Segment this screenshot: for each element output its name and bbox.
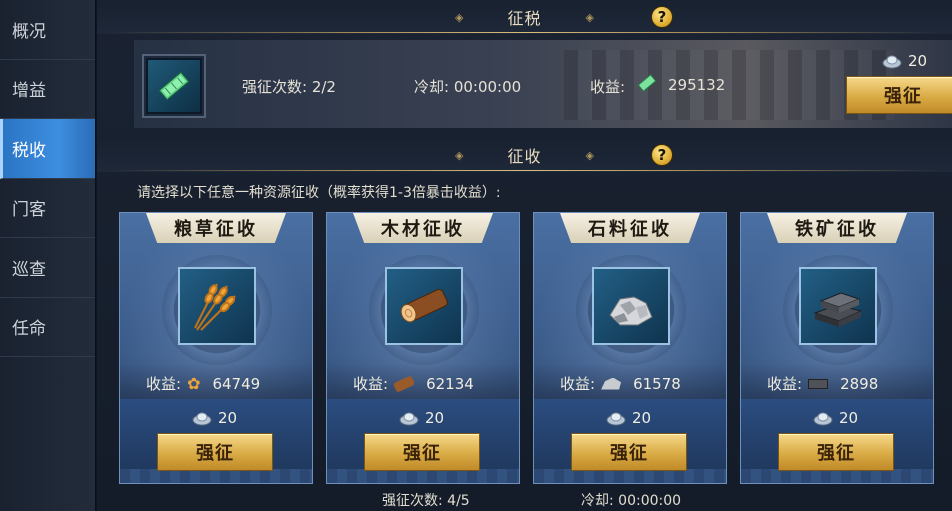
- header-divider: [107, 170, 942, 171]
- card-title: 铁矿征收: [767, 213, 907, 243]
- card-income: 收益: 2898: [767, 373, 878, 394]
- silver-ingot-icon: [882, 55, 902, 69]
- income-label: 收益:: [146, 375, 182, 393]
- footer-force-count: 强征次数: 4/5: [382, 493, 470, 509]
- stone-force-button[interactable]: 强征: [571, 433, 687, 471]
- sidebar: 概况 增益 税收 门客 巡查 任命: [0, 0, 96, 511]
- card-cost: 20: [399, 409, 444, 427]
- stone-icon: [592, 267, 670, 345]
- silver-ingot-icon: [606, 412, 626, 426]
- collect-section-title: 征收: [507, 147, 542, 166]
- cost-value: 20: [218, 409, 238, 427]
- stone-small-icon: [601, 377, 622, 390]
- card-grain: 粮草征收 收益: ✿ 64749 20 强征: [119, 212, 313, 484]
- silver-ingot-icon: [813, 412, 833, 426]
- iron-ingot-icon: [799, 267, 877, 345]
- income-value: 62134: [426, 374, 474, 393]
- collect-instruction: 请选择以下任意一种资源征收（概率获得1-3倍暴击收益）:: [137, 185, 501, 201]
- sidebar-item-retainers[interactable]: 门客: [0, 179, 95, 238]
- card-title: 粮草征收: [146, 213, 286, 243]
- ornament-icon: ◈: [585, 148, 594, 162]
- footer-cooldown: 冷却: 00:00:00: [581, 493, 682, 509]
- wood-log-icon: [385, 267, 463, 345]
- income-value: 295132: [668, 76, 726, 94]
- collect-help-icon[interactable]: ?: [651, 144, 673, 166]
- sidebar-item-overview[interactable]: 概况: [0, 0, 95, 60]
- ornament-icon: ◈: [455, 10, 464, 24]
- iron-force-button[interactable]: 强征: [778, 433, 894, 471]
- card-cost: 20: [813, 409, 858, 427]
- wood-force-button[interactable]: 强征: [364, 433, 480, 471]
- income-label: 收益:: [560, 375, 596, 393]
- tax-item-slot: [142, 54, 206, 118]
- wood-small-icon: [392, 374, 416, 393]
- tax-cost: 20: [882, 52, 927, 70]
- iron-small-icon: [808, 378, 829, 389]
- force-count-text: 强征次数: 2/2: [242, 78, 336, 96]
- cost-value: 20: [632, 409, 652, 427]
- income-label: 收益:: [767, 375, 803, 393]
- card-income: 收益: 61578: [560, 373, 681, 394]
- header-divider: [107, 32, 942, 33]
- income-value: 64749: [212, 374, 261, 393]
- income-label: 收益:: [353, 375, 389, 393]
- tax-scroll-icon: [158, 71, 190, 101]
- sidebar-item-tax[interactable]: 税收: [0, 119, 95, 179]
- card-cost: 20: [606, 409, 651, 427]
- silver-ingot-icon: [399, 412, 419, 426]
- main-panel: ◈ 征税 ◈ ? 强征次数: 2/2 冷却: 00:00:00 收益: 2951…: [97, 0, 952, 511]
- income-scroll-icon: [637, 74, 657, 92]
- card-stone: 石料征收 收益: 61578 20 强征: [533, 212, 727, 484]
- card-title: 木材征收: [353, 213, 493, 243]
- card-wood: 木材征收 收益: 62134 20 强征: [326, 212, 520, 484]
- cost-value: 20: [839, 409, 859, 427]
- tax-banner: 强征次数: 2/2 冷却: 00:00:00 收益: 295132 20 强征: [134, 40, 952, 128]
- ornament-icon: ◈: [585, 10, 594, 24]
- grain-icon: [178, 267, 256, 345]
- cost-value: 20: [425, 409, 445, 427]
- silver-ingot-icon: [192, 412, 212, 426]
- grain-small-icon: ✿: [187, 374, 201, 393]
- card-iron: 铁矿征收 收益: 2898 20 强征: [740, 212, 934, 484]
- tax-cost-value: 20: [908, 52, 928, 70]
- collect-section-header: ◈ 征收 ◈ ?: [97, 138, 952, 172]
- card-income: 收益: 62134: [353, 373, 474, 394]
- sidebar-item-appoint[interactable]: 任命: [0, 298, 95, 357]
- sidebar-item-buff[interactable]: 增益: [0, 60, 95, 119]
- ornament-icon: ◈: [455, 148, 464, 162]
- grain-force-button[interactable]: 强征: [157, 433, 273, 471]
- card-title: 石料征收: [560, 213, 700, 243]
- tax-help-icon[interactable]: ?: [651, 6, 673, 28]
- card-cost: 20: [192, 409, 237, 427]
- tax-section-header: ◈ 征税 ◈ ?: [97, 0, 952, 34]
- income-label: 收益:: [590, 78, 626, 96]
- tax-section-title: 征税: [507, 9, 542, 28]
- cooldown-text: 冷却: 00:00:00: [414, 78, 522, 96]
- card-income: 收益: ✿ 64749: [146, 373, 260, 394]
- income-value: 61578: [633, 374, 681, 393]
- sidebar-item-patrol[interactable]: 巡查: [0, 238, 95, 298]
- income-value: 2898: [840, 374, 879, 393]
- tax-force-button[interactable]: 强征: [846, 76, 952, 114]
